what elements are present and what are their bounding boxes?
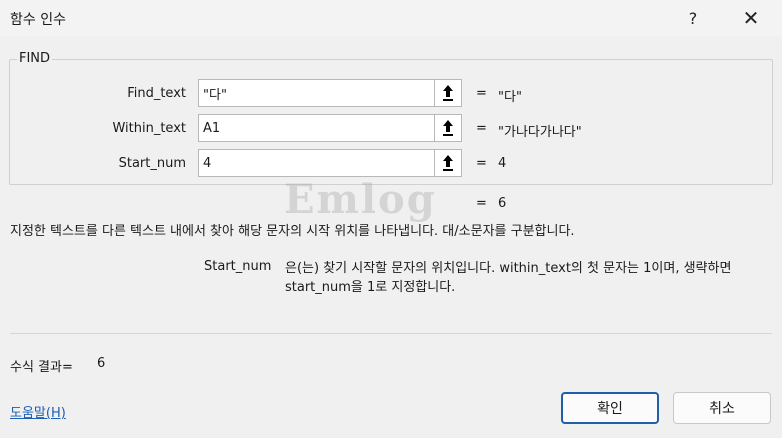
argument-help-text: 은(는) 찾기 시작할 문자의 위치입니다. within_text의 첫 문자…	[285, 261, 732, 295]
within-text-label: Within_text	[112, 121, 186, 136]
find-text-label: Find_text	[127, 86, 186, 101]
equals-sign: =	[476, 156, 487, 171]
within-text-input[interactable]	[198, 114, 434, 142]
find-text-value: "다"	[498, 90, 522, 105]
collapse-dialog-arrow-icon	[443, 85, 453, 101]
within-text-value: "가나다가나다"	[498, 125, 582, 140]
start-num-input[interactable]	[198, 149, 434, 177]
within-text-ref-button[interactable]	[434, 114, 462, 142]
divider	[10, 333, 772, 334]
argument-row-start-num: Start_num = 4	[0, 149, 782, 179]
equals-sign: =	[476, 121, 487, 136]
window-title: 함수 인수	[10, 12, 66, 28]
collapse-dialog-arrow-icon	[443, 155, 453, 171]
title-bar: 함수 인수 ? ✕	[0, 0, 782, 36]
start-num-label: Start_num	[118, 156, 186, 171]
formula-result-label: 수식 결과=	[10, 360, 73, 375]
find-text-input[interactable]	[198, 79, 434, 107]
function-result-value: 6	[498, 196, 507, 211]
question-icon: ?	[688, 8, 698, 28]
help-link[interactable]: 도움말(H)	[10, 402, 66, 421]
cancel-button[interactable]: 취소	[673, 392, 771, 424]
result-equals-sign: =	[476, 196, 487, 211]
find-text-ref-button[interactable]	[434, 79, 462, 107]
watermark: Emlog	[284, 176, 437, 223]
ok-button[interactable]: 확인	[561, 392, 659, 424]
argument-row-find-text: Find_text = "다"	[0, 79, 782, 109]
help-button[interactable]: ?	[670, 0, 716, 36]
argument-help-name: Start_num	[204, 259, 272, 274]
equals-sign: =	[476, 86, 487, 101]
argument-row-within-text: Within_text = "가나다가나다"	[0, 114, 782, 144]
function-name-label: FIND	[17, 51, 53, 66]
close-button[interactable]: ✕	[728, 0, 774, 36]
close-icon: ✕	[742, 6, 760, 30]
start-num-value: 4	[498, 156, 507, 171]
collapse-dialog-arrow-icon	[443, 120, 453, 136]
function-description: 지정한 텍스트를 다른 텍스트 내에서 찾아 해당 문자의 시작 위치를 나타냅…	[10, 224, 575, 239]
formula-result-value: 6	[97, 356, 106, 371]
start-num-ref-button[interactable]	[434, 149, 462, 177]
